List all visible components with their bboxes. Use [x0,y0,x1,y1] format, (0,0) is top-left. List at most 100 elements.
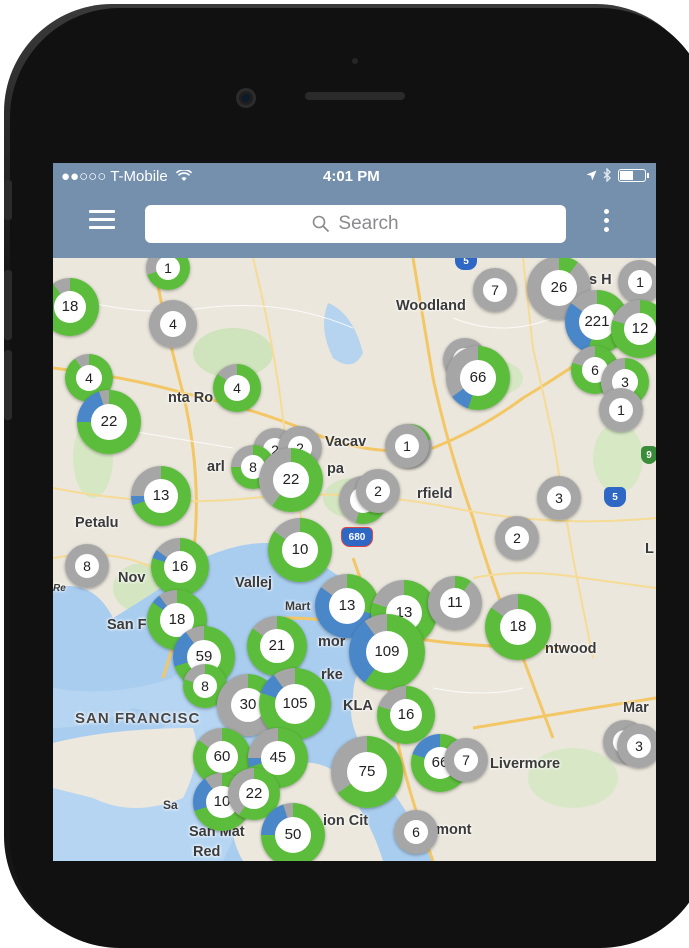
cluster-count: 11 [439,587,471,619]
place-label: Vallej [235,575,273,591]
cluster-count: 221 [579,304,615,340]
cluster-count: 66 [460,360,496,396]
cluster-count: 10 [282,532,318,568]
status-bar: ●●○○○ T-Mobile 4:01 PM [53,163,656,191]
place-label: s H [589,272,612,288]
charger-cluster-marker[interactable]: 75 [331,736,403,808]
charger-cluster-marker[interactable]: 22 [77,390,141,454]
bluetooth-icon [603,168,611,182]
charger-cluster-marker[interactable]: 7 [444,738,488,782]
place-label: Woodland [396,298,466,314]
cluster-count: 3 [546,485,572,511]
place-label: Petalu [75,515,119,531]
cluster-count: 8 [192,673,218,699]
charger-cluster-marker[interactable]: 10 [268,518,332,582]
charger-cluster-marker[interactable]: 4 [213,364,261,412]
cluster-count: 21 [260,629,294,663]
cluster-count: 105 [274,683,316,725]
cluster-count: 50 [275,817,311,853]
cluster-count: 7 [453,747,479,773]
battery-icon [618,168,649,182]
charger-cluster-marker[interactable]: 16 [151,538,209,596]
charger-cluster-marker[interactable]: 16 [377,686,435,744]
cluster-count: 1 [394,433,420,459]
place-label: L [645,541,654,557]
charger-cluster-marker[interactable]: 4 [149,300,197,348]
place-label: arl [207,459,225,475]
cluster-count: 13 [329,588,365,624]
place-label: SAN FRANCISC [75,710,201,727]
place-label: KLA [343,698,373,714]
charger-cluster-marker[interactable]: 13 [131,466,191,526]
charger-cluster-marker[interactable]: 66 [446,346,510,410]
phone-screen: ●●○○○ T-Mobile 4:01 PM Search Woodland n… [53,163,656,861]
cluster-count: 1 [627,269,653,295]
cluster-count: 75 [346,751,388,793]
charger-cluster-marker[interactable]: 3 [537,476,581,520]
front-camera [236,88,256,108]
place-label: pa [327,461,344,477]
hamburger-icon[interactable] [89,210,115,230]
place-label: Mart [285,599,311,613]
charger-cluster-marker[interactable]: 2 [495,516,539,560]
highway-shield: 5 [604,487,626,507]
place-label: Sa [163,798,178,812]
charger-cluster-marker[interactable]: 1 [385,424,429,468]
volume-up-button [4,270,12,340]
charger-cluster-marker[interactable]: 1 [599,388,643,432]
cluster-count: 22 [91,404,127,440]
cluster-count: 1 [608,397,634,423]
highway-shield: 9 [641,446,656,464]
charger-cluster-marker[interactable]: 2 [356,469,400,513]
place-label: San F [107,617,147,633]
cluster-count: 18 [499,608,537,646]
place-label: rfield [417,486,453,502]
charger-cluster-marker[interactable]: 3 [617,724,656,768]
carrier-signal: ●●○○○ T-Mobile [61,168,192,185]
cluster-count: 16 [389,698,423,732]
charger-cluster-marker[interactable]: 21 [247,616,307,676]
cluster-count: 7 [482,277,508,303]
charger-cluster-marker[interactable]: 109 [349,614,425,690]
cluster-count: 13 [144,479,178,513]
cluster-count: 4 [223,374,251,402]
cluster-count: 18 [53,290,87,324]
proximity-sensor [352,58,358,64]
charger-cluster-marker[interactable]: 1 [618,260,656,304]
volume-down-button [4,350,12,420]
cluster-count: 16 [163,550,197,584]
place-label: Mar [623,700,649,716]
vertical-dots-icon[interactable] [601,209,611,235]
status-time: 4:01 PM [323,168,380,185]
cluster-count: 22 [239,779,269,809]
app-navbar: Search [53,191,656,258]
charger-cluster-marker[interactable]: 7 [473,268,517,312]
place-label: ion Cit [323,813,369,829]
earpiece-speaker [305,92,405,100]
location-arrow-icon [586,170,597,180]
place-label: Livermore [490,756,561,772]
highway-shield: 680 [341,527,373,547]
search-bar[interactable]: Search [145,205,566,243]
cluster-count: 8 [74,553,100,579]
map-view[interactable]: Woodland nta Ro Vacav rfield Petalu pa a… [53,258,656,861]
cluster-count: 109 [365,630,409,674]
place-label: rke [321,667,343,683]
charger-cluster-marker[interactable]: 50 [261,803,325,861]
place-label: ntwood [545,641,597,657]
charger-cluster-marker[interactable]: 18 [485,594,551,660]
cluster-count: 4 [75,364,103,392]
cluster-count: 1 [155,258,181,281]
charger-cluster-marker[interactable]: 11 [428,576,482,630]
cluster-count: 4 [159,310,187,338]
charger-cluster-marker[interactable]: 22 [259,448,323,512]
charger-cluster-marker[interactable]: 8 [65,544,109,588]
cluster-count: 6 [403,819,429,845]
charger-cluster-marker[interactable]: 6 [394,810,438,854]
place-label: nta Ro [168,390,214,406]
mute-switch [4,180,12,220]
place-label: Nov [118,570,146,586]
place-label: Red [193,844,221,860]
cluster-count: 45 [261,741,295,775]
place-label: Re [53,583,66,594]
